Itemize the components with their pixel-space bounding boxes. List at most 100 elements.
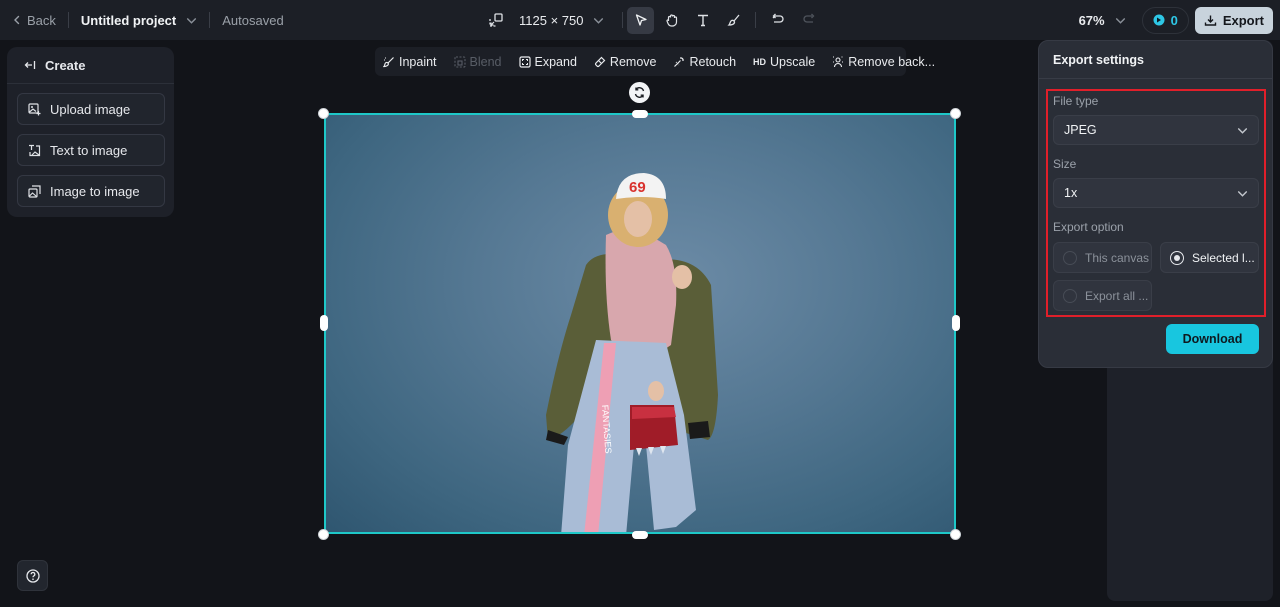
resize-canvas-button[interactable] bbox=[482, 7, 509, 34]
resize-handle-bottom[interactable] bbox=[632, 531, 648, 539]
image-to-image-button[interactable]: Image to image bbox=[17, 175, 165, 207]
brush-tool-button[interactable] bbox=[720, 7, 747, 34]
divider bbox=[755, 12, 757, 28]
resize-icon bbox=[488, 13, 503, 27]
export-option-this-canvas[interactable]: This canvas bbox=[1053, 242, 1152, 273]
remove-background-label: Remove back... bbox=[848, 54, 936, 69]
create-panel-header[interactable]: Create bbox=[7, 47, 174, 84]
project-title: Untitled project bbox=[80, 12, 177, 28]
upload-image-button[interactable]: Upload image bbox=[17, 93, 165, 125]
canvas-photo[interactable]: FANTASIES 69 bbox=[326, 115, 954, 532]
download-button[interactable]: Download bbox=[1166, 324, 1259, 354]
retouch-label: Retouch bbox=[689, 54, 737, 69]
cap-text: 69 bbox=[629, 179, 646, 196]
size-label: Size bbox=[1053, 157, 1077, 171]
size-select[interactable]: 1x bbox=[1053, 178, 1259, 208]
radio-checked-icon bbox=[1170, 250, 1184, 265]
file-type-value: JPEG bbox=[1064, 123, 1097, 137]
radio-unchecked-icon bbox=[1063, 250, 1077, 265]
radio-unchecked-icon bbox=[1063, 288, 1077, 303]
credits-badge[interactable]: 0 bbox=[1141, 6, 1189, 34]
expand-label: Expand bbox=[534, 54, 577, 69]
canvas-image-selection[interactable]: FANTASIES 69 bbox=[324, 113, 956, 534]
export-option-label: Export option bbox=[1053, 220, 1124, 234]
rotate-handle[interactable] bbox=[629, 82, 650, 103]
divider bbox=[67, 12, 69, 28]
blend-label: Blend bbox=[469, 54, 502, 69]
text-tool-button[interactable] bbox=[689, 7, 716, 34]
zoom-dropdown[interactable]: 67% bbox=[1079, 13, 1126, 28]
chevron-left-icon bbox=[14, 15, 20, 25]
image-tools-toolbar: Inpaint Blend Expand Remove Retouch HD U… bbox=[375, 47, 935, 76]
resize-handle-top[interactable] bbox=[632, 110, 648, 118]
back-button[interactable]: Back bbox=[12, 13, 56, 28]
resize-handle-top-left[interactable] bbox=[318, 108, 329, 119]
chevron-down-icon bbox=[1115, 17, 1125, 24]
resize-handle-top-right[interactable] bbox=[950, 108, 961, 119]
help-button[interactable] bbox=[17, 560, 48, 591]
back-label: Back bbox=[27, 12, 56, 28]
select-pointer-icon bbox=[635, 14, 647, 26]
create-panel-title: Create bbox=[45, 57, 86, 73]
chevron-down-icon bbox=[187, 17, 197, 24]
credits-icon bbox=[1153, 14, 1165, 26]
upload-image-icon bbox=[28, 102, 41, 115]
export-settings-popover: Export settings File type JPEG Size 1x E… bbox=[1038, 40, 1273, 368]
hd-icon: HD bbox=[753, 56, 767, 67]
upscale-button[interactable]: HD Upscale bbox=[753, 55, 815, 69]
undo-icon bbox=[772, 13, 784, 23]
file-type-label: File type bbox=[1053, 94, 1099, 108]
text-to-image-label: Text to image bbox=[50, 142, 128, 158]
text-to-image-button[interactable]: Text to image bbox=[17, 134, 165, 166]
image-to-image-icon bbox=[28, 184, 41, 198]
resize-handle-bottom-right[interactable] bbox=[950, 529, 961, 540]
photo-illustration: FANTASIES 69 bbox=[546, 173, 718, 532]
save-status: Autosaved bbox=[222, 12, 284, 28]
divider bbox=[622, 12, 624, 28]
expand-button[interactable]: Expand bbox=[518, 54, 577, 69]
resize-handle-right[interactable] bbox=[952, 315, 960, 331]
chevron-down-icon bbox=[1237, 190, 1248, 197]
blend-icon bbox=[453, 55, 466, 68]
zoom-level: 67% bbox=[1078, 12, 1105, 28]
select-tool-button[interactable] bbox=[627, 6, 655, 34]
export-option-export-all[interactable]: Export all ... bbox=[1053, 280, 1152, 311]
file-type-select[interactable]: JPEG bbox=[1053, 115, 1259, 145]
resize-handle-bottom-left[interactable] bbox=[318, 529, 329, 540]
rotate-icon bbox=[634, 87, 645, 98]
upscale-label: Upscale bbox=[770, 54, 816, 69]
divider bbox=[209, 12, 211, 28]
magic-wand-icon bbox=[674, 56, 685, 67]
blend-button[interactable]: Blend bbox=[453, 54, 502, 69]
create-panel: Create Upload image Text to image Image … bbox=[7, 47, 174, 217]
inpaint-button[interactable]: Inpaint bbox=[383, 55, 437, 69]
option-label: This canvas bbox=[1085, 250, 1150, 265]
collapse-arrow-icon bbox=[24, 61, 36, 69]
undo-button[interactable] bbox=[764, 7, 791, 34]
chevron-down-icon bbox=[1237, 127, 1248, 134]
redo-icon bbox=[803, 13, 815, 23]
expand-icon bbox=[518, 55, 531, 68]
export-option-selected-layer[interactable]: Selected l... bbox=[1160, 242, 1259, 273]
resize-handle-left[interactable] bbox=[320, 315, 328, 331]
text-to-image-icon bbox=[29, 144, 41, 156]
eraser-icon bbox=[594, 56, 606, 67]
export-label: Export bbox=[1222, 12, 1264, 28]
project-title-dropdown[interactable]: Untitled project bbox=[81, 13, 197, 28]
export-button[interactable]: Export bbox=[1194, 6, 1273, 34]
hand-tool-button[interactable] bbox=[658, 7, 685, 34]
retouch-button[interactable]: Retouch bbox=[673, 55, 736, 69]
remove-button[interactable]: Remove bbox=[594, 54, 657, 69]
inpaint-icon bbox=[383, 56, 394, 67]
canvas-size-dropdown[interactable]: 1125 × 750 bbox=[519, 13, 604, 28]
brush-icon bbox=[727, 14, 740, 26]
inpaint-label: Inpaint bbox=[399, 54, 437, 69]
remove-background-button[interactable]: Remove back... bbox=[832, 55, 935, 69]
option-label: Export all ... bbox=[1085, 288, 1149, 303]
remove-background-icon bbox=[833, 56, 844, 67]
download-icon bbox=[1204, 15, 1217, 26]
hand-pan-icon bbox=[666, 14, 678, 27]
redo-button[interactable] bbox=[795, 7, 822, 34]
remove-label: Remove bbox=[609, 54, 657, 69]
canvas-size: 1125 × 750 bbox=[519, 12, 584, 28]
